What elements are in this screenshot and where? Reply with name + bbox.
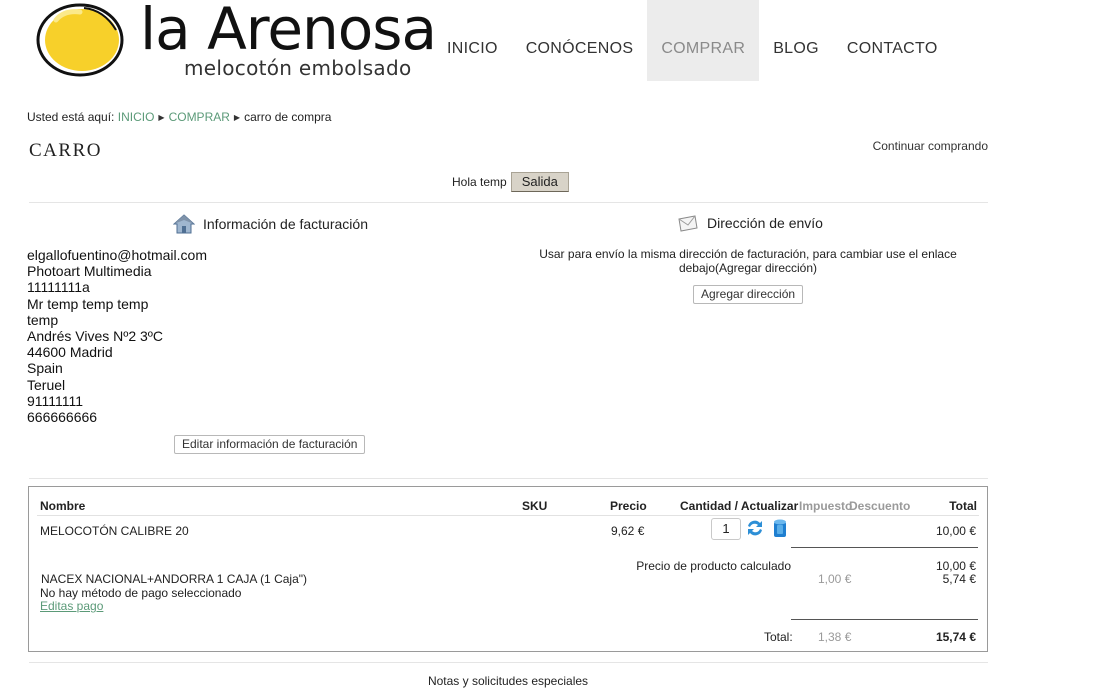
breadcrumb-arrow-icon: ▶ <box>158 113 165 122</box>
col-header-tax: Impuesto <box>799 499 853 513</box>
col-header-discount: Descuento <box>849 499 911 513</box>
edit-billing-button[interactable]: Editar información de facturación <box>174 435 366 454</box>
billing-address: elgallofuentino@hotmail.com Photoart Mul… <box>27 247 207 425</box>
breadcrumb: Usted está aquí: INICIO ▶ COMPRAR ▶ carro de… <box>27 110 331 124</box>
col-header-sku: SKU <box>522 499 548 513</box>
subtotal-label: Precio de producto calculado <box>636 559 791 573</box>
nav-item-comprar[interactable]: COMPRAR <box>647 0 760 81</box>
continue-shopping-link[interactable]: Continuar comprando <box>873 139 988 153</box>
envelope-icon <box>678 215 698 232</box>
billing-state: Teruel <box>27 376 66 393</box>
billing-company: Photoart Multimedia <box>27 263 152 280</box>
nav-item-inicio[interactable]: INICIO <box>433 0 512 81</box>
billing-tax-id: 11111111a <box>27 279 90 296</box>
item-total: 10,00 € <box>935 524 976 538</box>
col-header-total: Total <box>949 499 977 513</box>
delete-item-icon[interactable] <box>772 518 788 541</box>
nav-item-contacto[interactable]: CONTACTO <box>833 0 952 81</box>
billing-street: Andrés Vives Nº2 3ºC <box>27 328 164 345</box>
grand-total-value: 15,74 € <box>935 630 976 644</box>
col-header-qty: Cantidad / Actualizar <box>680 499 799 513</box>
header-divider <box>37 515 979 516</box>
billing-city: 44600 Madrid <box>27 344 113 361</box>
shipping-total: 5,74 € <box>942 572 976 586</box>
divider <box>29 662 988 663</box>
grand-total-label: Total: <box>764 630 793 644</box>
page-title: CARRO <box>29 140 102 161</box>
logo-title: la Arenosa <box>140 0 437 63</box>
notes-heading: Notas y solicitudes especiales <box>427 674 589 688</box>
breadcrumb-section-link[interactable]: COMPRAR <box>169 110 230 124</box>
col-header-name: Nombre <box>40 499 86 513</box>
billing-country: Spain <box>27 360 63 377</box>
billing-heading: Información de facturación <box>173 214 368 234</box>
billing-name: Mr temp temp temp <box>27 295 149 312</box>
grand-total-tax: 1,38 € <box>818 630 852 644</box>
item-price: 9,62 € <box>611 524 645 538</box>
payment-status: No hay método de pago seleccionado <box>40 586 242 600</box>
total-line <box>791 619 978 620</box>
logout-button[interactable]: Salida <box>510 172 569 192</box>
shipping-tax: 1,00 € <box>818 572 852 586</box>
nav-item-blog[interactable]: BLOG <box>759 0 833 81</box>
billing-phone: 91111111 <box>27 392 84 409</box>
col-header-price: Precio <box>610 499 647 513</box>
billing-name-line2: temp <box>27 311 59 328</box>
greeting-text: Hola temp <box>452 175 507 189</box>
item-name: MELOCOTÓN CALIBRE 20 <box>40 524 189 538</box>
quantity-input[interactable]: 1 <box>711 518 741 540</box>
subtotal-line <box>791 547 978 548</box>
subtotal-value: 10,00 € <box>935 559 976 573</box>
edit-payment-link[interactable]: Editas pago <box>40 599 103 613</box>
shipping-heading-label: Dirección de envío <box>707 215 823 231</box>
billing-email: elgallofuentino@hotmail.com <box>27 247 207 263</box>
add-address-button[interactable]: Agregar dirección <box>693 285 804 304</box>
shipping-info-text: Usar para envío la misma dirección de fa… <box>539 247 957 275</box>
house-icon <box>173 214 195 234</box>
breadcrumb-home-link[interactable]: INICIO <box>118 110 155 124</box>
shipping-method: NACEX NACIONAL+ANDORRA 1 CAJA (1 Caja") <box>41 572 308 586</box>
billing-mobile: 666666666 <box>27 409 98 426</box>
breadcrumb-arrow-icon: ▶ <box>233 113 241 122</box>
breadcrumb-prefix: Usted está aquí: <box>27 110 115 124</box>
billing-heading-label: Información de facturación <box>203 216 368 232</box>
cart-table: Nombre SKU Precio Cantidad / Actualizar … <box>28 486 988 652</box>
site-logo[interactable]: la Arenosa melocotón embolsado <box>34 0 437 82</box>
update-quantity-icon[interactable] <box>745 518 765 541</box>
divider <box>29 478 988 479</box>
breadcrumb-current: carro de compra <box>244 110 332 124</box>
divider <box>29 202 988 203</box>
nav-item-conocenos[interactable]: CONÓCENOS <box>512 0 648 81</box>
logo-subtitle: melocotón embolsado <box>184 56 412 80</box>
greeting-bar: Hola temp Salida <box>452 172 569 192</box>
shipping-heading: Dirección de envío <box>677 214 823 232</box>
main-nav: INICIO CONÓCENOS COMPRAR BLOG CONTACTO <box>433 0 952 81</box>
